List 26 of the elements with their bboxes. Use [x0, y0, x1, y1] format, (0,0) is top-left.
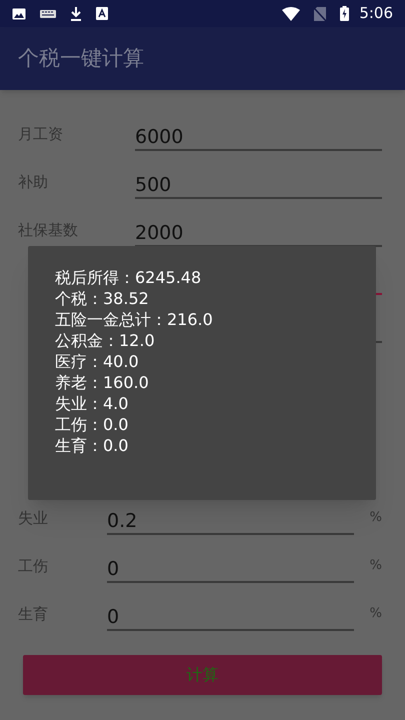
input-field[interactable]: 0: [107, 549, 354, 583]
result-line: 个税：38.52: [55, 288, 150, 309]
no-sim-icon: [314, 6, 326, 20]
battery-charging-icon: [340, 6, 350, 21]
result-line: 五险一金总计：216.0: [55, 309, 214, 330]
calculate-button[interactable]: 计算: [23, 655, 382, 695]
result-line: 养老：160.0: [55, 372, 150, 393]
result-line: 生育：0.0: [55, 435, 130, 456]
percent-unit: %: [368, 509, 382, 528]
result-line: 公积金：12.0: [55, 330, 156, 351]
result-line: 工伤：0.0: [55, 414, 130, 435]
result-line: 税后所得：6245.48: [55, 267, 202, 288]
input-field[interactable]: 6000: [135, 117, 382, 151]
clock-time: 5:06: [359, 3, 393, 24]
result-line: 失业：4.0: [55, 393, 130, 414]
input-field[interactable]: 500: [135, 165, 382, 199]
image-icon: [12, 8, 26, 20]
percent-unit: %: [368, 605, 382, 624]
input-field[interactable]: 0: [107, 597, 354, 631]
result-line: 医疗：40.0: [55, 351, 140, 372]
app-title: 个税一键计算: [18, 44, 144, 72]
keyboard-icon: [40, 10, 56, 18]
wifi-icon: [282, 6, 300, 20]
percent-unit: %: [368, 557, 382, 576]
download-icon: [70, 6, 82, 20]
letter-a-icon: [96, 7, 108, 20]
